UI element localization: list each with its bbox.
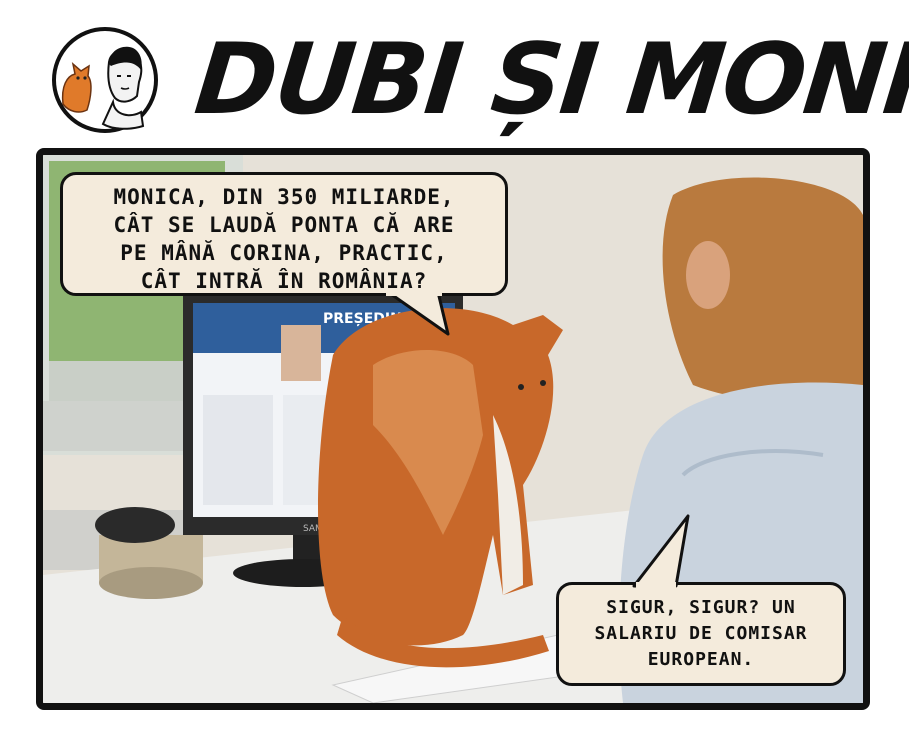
bubble-line: CÂT INTRĂ ÎN ROMÂNIA? — [140, 269, 428, 293]
bubble-line: SIGUR, SIGUR? UN — [606, 597, 796, 618]
bubble-line: PE MÂNĂ CORINA, PRACTIC, — [120, 241, 448, 265]
logo-badge — [51, 26, 159, 134]
bubble-line: SALARIU DE COMISAR — [594, 623, 808, 644]
logo-graphic — [52, 27, 158, 133]
speech-bubble-tail — [632, 514, 690, 588]
bubble-line: EUROPEAN. — [647, 649, 755, 670]
speech-bubble-tail — [386, 292, 450, 336]
comic-title: DUBI ȘI MONICA — [190, 23, 909, 137]
computer-mouse — [95, 507, 175, 543]
speech-bubble-dubi: MONICA, DIN 350 MILIARDE, CÂT SE LAUDĂ P… — [60, 172, 508, 296]
bubble-line: CÂT SE LAUDĂ PONTA CĂ ARE — [113, 213, 455, 237]
bubble-line: MONICA, DIN 350 MILIARDE, — [113, 185, 455, 209]
speech-bubble-monica: SIGUR, SIGUR? UN SALARIU DE COMISAR EURO… — [556, 582, 846, 686]
